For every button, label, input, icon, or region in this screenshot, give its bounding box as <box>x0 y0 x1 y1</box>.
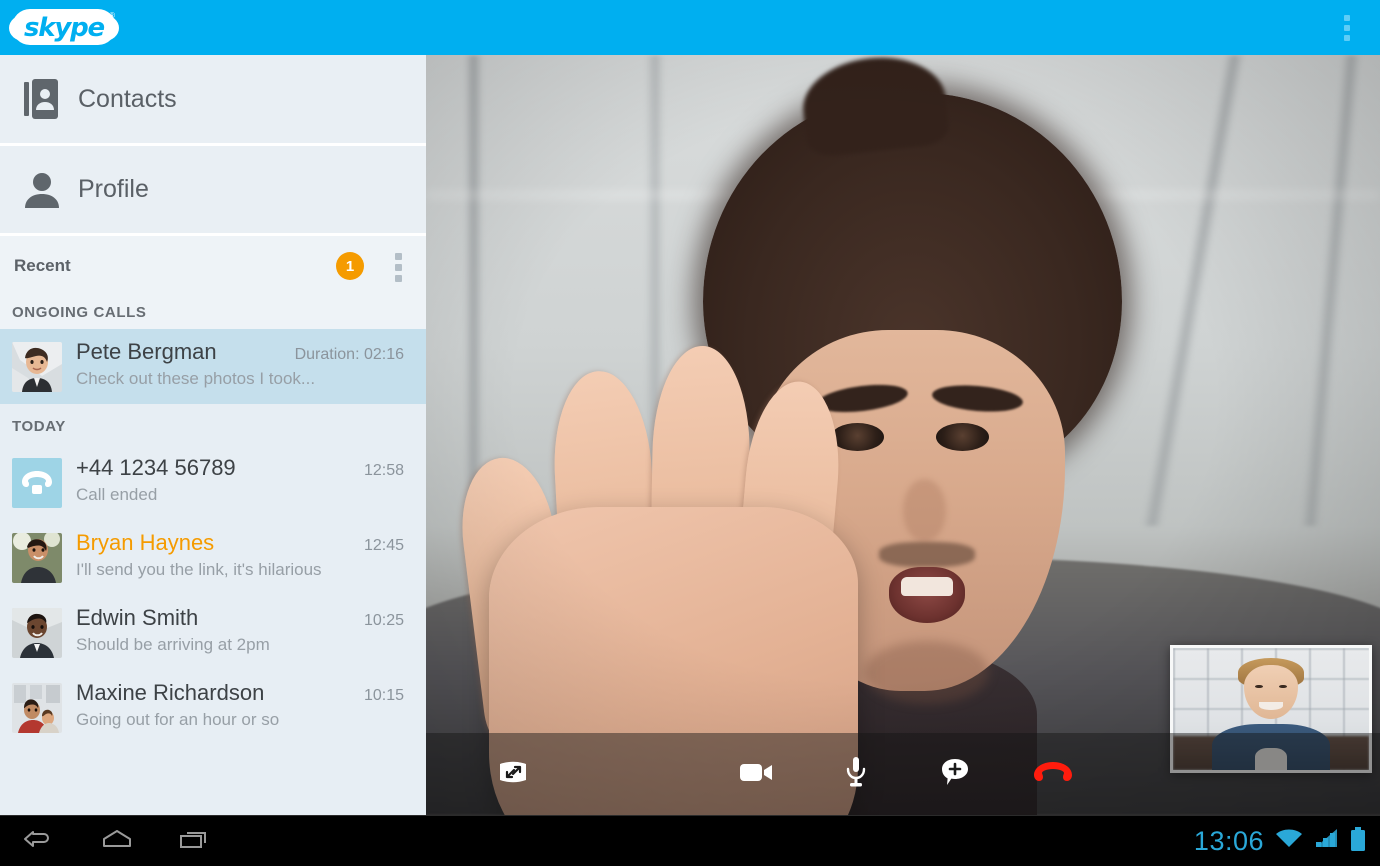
section-header-today: TODAY <box>0 404 426 445</box>
overflow-dot <box>395 253 402 260</box>
home-icon <box>100 827 134 856</box>
contact-name: Maxine Richardson <box>76 680 265 705</box>
fullscreen-button[interactable] <box>486 747 540 801</box>
back-button[interactable] <box>0 816 78 866</box>
status-badge: 1 <box>336 252 364 280</box>
clock: 13:06 <box>1193 826 1264 856</box>
video-toggle-button[interactable] <box>730 747 784 801</box>
contact-name: Pete Bergman <box>76 339 217 364</box>
avatar <box>12 683 62 733</box>
recent-header: Recent 1 <box>0 236 426 296</box>
add-bubble-icon <box>940 757 970 792</box>
sidebar-item-contacts[interactable]: Contacts <box>0 55 426 146</box>
timestamp: 12:58 <box>363 462 404 479</box>
sidebar-item-profile[interactable]: Profile <box>0 146 426 236</box>
recent-overflow-menu-icon[interactable] <box>395 253 402 282</box>
list-item[interactable]: Bryan Haynes 12:45 I'll send you the lin… <box>0 520 426 595</box>
message-preview: I'll send you the link, it's hilarious <box>76 560 322 579</box>
recents-button[interactable] <box>156 816 234 866</box>
timestamp: 10:25 <box>363 612 404 629</box>
battery-icon <box>1350 826 1366 857</box>
list-item-body: Edwin Smith 10:25 Should be arriving at … <box>62 605 414 658</box>
list-item-body: +44 1234 56789 12:58 Call ended <box>62 455 414 508</box>
sidebar-item-label: Profile <box>78 175 149 203</box>
overflow-dot <box>395 275 402 282</box>
skype-logo-trademark: ® <box>109 11 115 20</box>
call-controls-bar <box>426 733 1380 815</box>
end-call-icon <box>1030 759 1076 790</box>
list-item[interactable]: Edwin Smith 10:25 Should be arriving at … <box>0 595 426 670</box>
add-button[interactable] <box>928 747 982 801</box>
overflow-dot <box>1344 35 1350 41</box>
overflow-dot <box>395 264 402 271</box>
recents-icon <box>178 827 212 856</box>
end-call-button[interactable] <box>1026 747 1080 801</box>
list-item[interactable]: Maxine Richardson 10:15 Going out for an… <box>0 670 426 745</box>
back-arrow-icon <box>22 827 56 856</box>
list-item[interactable]: +44 1234 56789 12:58 Call ended <box>0 445 426 520</box>
list-item-top: +44 1234 56789 12:58 <box>76 455 414 481</box>
contact-name: +44 1234 56789 <box>76 455 236 480</box>
list-item[interactable]: Pete Bergman Duration: 02:16 Check out t… <box>0 329 426 404</box>
timestamp: 12:45 <box>363 537 404 554</box>
sidebar: Contacts Profile Recent 1 ONGOING CALLS <box>0 55 426 815</box>
overflow-menu-icon[interactable] <box>1336 13 1358 43</box>
list-item-body: Pete Bergman Duration: 02:16 Check out t… <box>62 339 414 392</box>
person-icon <box>14 170 70 210</box>
overflow-dot <box>1344 25 1350 31</box>
call-duration: Duration: 02:16 <box>294 346 404 363</box>
avatar <box>12 533 62 583</box>
section-header-ongoing: ONGOING CALLS <box>0 296 426 329</box>
sidebar-item-label: Contacts <box>78 84 177 113</box>
list-item-body: Maxine Richardson 10:15 Going out for an… <box>62 680 414 733</box>
timestamp: 10:15 <box>363 687 404 704</box>
app-bar: skype ® <box>0 0 1380 55</box>
home-button[interactable] <box>78 816 156 866</box>
phone-handset-icon <box>12 458 62 508</box>
avatar <box>12 342 62 392</box>
status-indicators: 13:06 <box>1194 816 1366 866</box>
overflow-dot <box>1344 15 1350 21</box>
message-preview: Call ended <box>76 485 158 504</box>
recent-title: Recent <box>14 256 71 275</box>
message-preview: Should be arriving at 2pm <box>76 635 270 654</box>
contact-name: Edwin Smith <box>76 605 199 630</box>
contacts-book-icon <box>14 79 70 119</box>
video-camera-icon <box>739 760 775 789</box>
avatar <box>12 608 62 658</box>
mute-button[interactable] <box>829 747 883 801</box>
skype-logo: skype ® <box>9 7 119 47</box>
list-item-top: Bryan Haynes 12:45 <box>76 530 414 556</box>
expand-icon <box>498 759 528 790</box>
list-item-top: Edwin Smith 10:25 <box>76 605 414 631</box>
wifi-icon <box>1274 827 1304 856</box>
skype-logo-text: skype <box>24 13 105 43</box>
message-preview: Check out these photos I took... <box>76 369 316 388</box>
message-preview: Going out for an hour or so <box>76 710 280 729</box>
pip-eye-right <box>1278 684 1287 689</box>
contact-name: Bryan Haynes <box>76 530 215 555</box>
list-item-body: Bryan Haynes 12:45 I'll send you the lin… <box>62 530 414 583</box>
skype-tablet-screen: skype ® Contacts Profile Recent 1 ONGOIN… <box>0 0 1380 866</box>
list-item-top: Pete Bergman Duration: 02:16 <box>76 339 414 365</box>
android-system-bar: 13:06 <box>0 815 1380 866</box>
cellular-signal-icon <box>1314 827 1340 856</box>
microphone-icon <box>845 756 867 793</box>
list-item-top: Maxine Richardson 10:15 <box>76 680 414 706</box>
remote-video-panel[interactable] <box>426 55 1380 815</box>
